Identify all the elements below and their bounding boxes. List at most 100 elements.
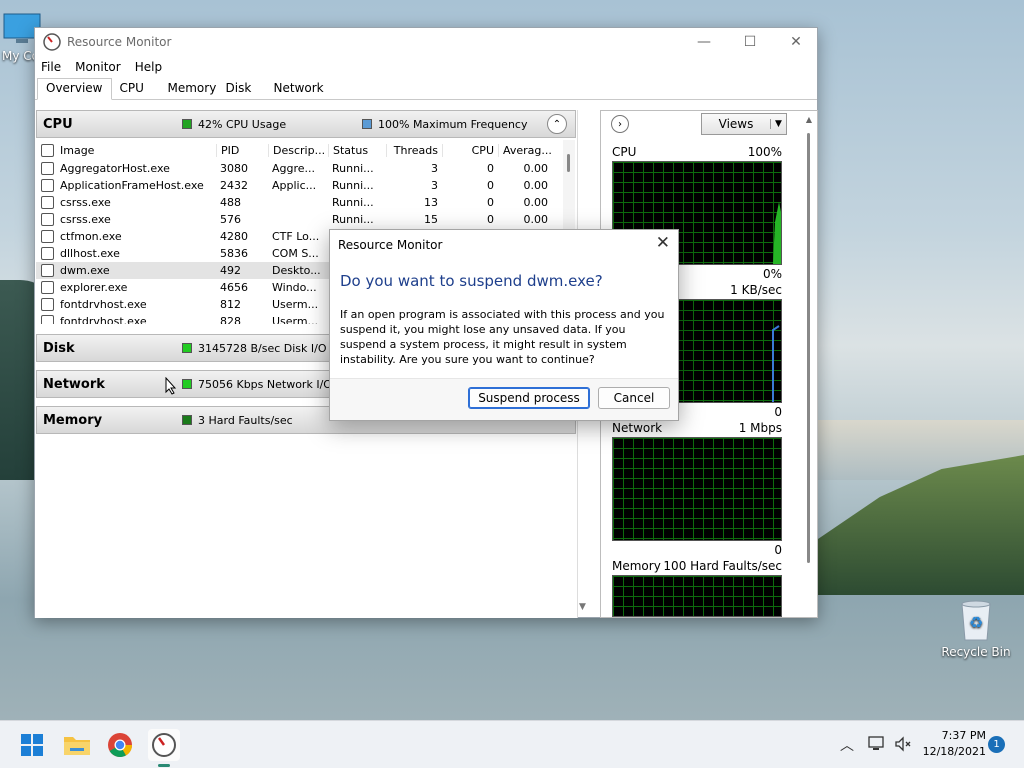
cell-image: dwm.exe bbox=[36, 264, 216, 277]
cell-pid: 4656 bbox=[220, 281, 248, 294]
cell-status: Runni... bbox=[332, 162, 374, 175]
scroll-up-icon[interactable]: ▲ bbox=[801, 115, 817, 124]
hard-faults-text: 3 Hard Faults/sec bbox=[198, 413, 293, 427]
network-io-swatch bbox=[182, 379, 192, 389]
file-explorer-button[interactable] bbox=[61, 729, 93, 761]
chevron-down-icon: ▼ bbox=[770, 119, 786, 129]
cell-pid: 576 bbox=[220, 213, 241, 226]
suspend-process-button[interactable]: Suspend process bbox=[468, 387, 590, 409]
cell-image: csrss.exe bbox=[36, 196, 216, 209]
cpu-section-title: CPU bbox=[43, 116, 73, 132]
hard-faults-swatch bbox=[182, 415, 192, 425]
table-row[interactable]: csrss.exe 488 Runni... 13 0 0.00 bbox=[36, 194, 576, 211]
network-graph-min: 0 bbox=[774, 543, 782, 557]
menu-file[interactable]: File bbox=[41, 60, 61, 74]
cell-image-text: dwm.exe bbox=[60, 264, 110, 277]
collapse-cpu-icon[interactable]: ⌃ bbox=[547, 114, 567, 134]
row-checkbox[interactable] bbox=[41, 281, 54, 294]
tab-cpu[interactable]: CPU bbox=[112, 79, 160, 99]
cell-average: 0.00 bbox=[523, 162, 549, 175]
desktop-icon-recycle-bin[interactable]: ♻ Recycle Bin bbox=[940, 598, 1012, 659]
dialog-heading: Do you want to suspend dwm.exe? bbox=[340, 272, 603, 290]
row-checkbox[interactable] bbox=[41, 162, 54, 175]
menu-monitor[interactable]: Monitor bbox=[75, 60, 121, 74]
cancel-button[interactable]: Cancel bbox=[598, 387, 670, 409]
dialog-close-icon[interactable]: ✕ bbox=[656, 233, 670, 253]
network-icon[interactable] bbox=[868, 736, 886, 752]
network-io-metric: 75056 Kbps Network I/O bbox=[182, 378, 332, 391]
views-label: Views bbox=[718, 117, 754, 131]
maximize-button[interactable]: ☐ bbox=[727, 28, 773, 56]
cpu-section-header[interactable]: CPU 42% CPU Usage 100% Maximum Frequency… bbox=[36, 110, 576, 138]
tab-strip: Overview CPU Memory Disk Network bbox=[35, 78, 817, 100]
row-checkbox[interactable] bbox=[41, 315, 54, 324]
row-checkbox[interactable] bbox=[41, 247, 54, 260]
resource-monitor-taskbar-button[interactable] bbox=[148, 729, 180, 767]
table-row[interactable]: AggregatorHost.exe 3080 Aggre... Runni... 3 0… bbox=[36, 160, 576, 177]
cell-pid: 812 bbox=[220, 298, 241, 311]
minimize-icon: — bbox=[697, 34, 711, 50]
row-checkbox[interactable] bbox=[41, 196, 54, 209]
suspend-process-dialog: Resource Monitor ✕ Do you want to suspen… bbox=[329, 229, 679, 421]
select-all-checkbox[interactable] bbox=[41, 143, 54, 157]
svg-text:♻: ♻ bbox=[969, 613, 983, 632]
views-dropdown[interactable]: Views ▼ bbox=[701, 113, 787, 135]
resource-monitor-app-icon bbox=[43, 33, 61, 51]
tab-network[interactable]: Network bbox=[266, 79, 332, 99]
column-pid[interactable]: PID bbox=[216, 143, 268, 157]
cell-image: dllhost.exe bbox=[36, 247, 216, 260]
column-threads[interactable]: Threads bbox=[386, 143, 442, 157]
notification-badge[interactable]: 1 bbox=[988, 736, 1005, 753]
tab-disk[interactable]: Disk bbox=[218, 79, 266, 99]
cell-cpu: 0 bbox=[487, 179, 494, 192]
row-checkbox[interactable] bbox=[41, 230, 54, 243]
cell-image: ApplicationFrameHost.exe bbox=[36, 179, 216, 192]
table-row[interactable]: csrss.exe 576 Runni... 15 0 0.00 bbox=[36, 211, 576, 228]
column-status[interactable]: Status bbox=[328, 143, 386, 157]
network-io-text: 75056 Kbps Network I/O bbox=[198, 377, 332, 391]
column-image[interactable]: Image bbox=[36, 143, 216, 157]
max-frequency-metric: 100% Maximum Frequency bbox=[362, 118, 527, 131]
clock[interactable]: 7:37 PM 12/18/2021 bbox=[920, 728, 986, 760]
row-checkbox[interactable] bbox=[41, 179, 54, 192]
row-checkbox[interactable] bbox=[41, 298, 54, 311]
scrollbar-thumb[interactable] bbox=[807, 133, 810, 563]
row-checkbox[interactable] bbox=[41, 264, 54, 277]
maximize-icon: ☐ bbox=[743, 34, 757, 50]
tab-memory[interactable]: Memory bbox=[160, 79, 218, 99]
dialog-title: Resource Monitor bbox=[338, 238, 443, 252]
show-hidden-icons-chevron-icon[interactable]: ︿ bbox=[840, 735, 854, 755]
volume-muted-icon[interactable] bbox=[894, 736, 912, 752]
cell-threads: 3 bbox=[431, 162, 438, 175]
cell-image: AggregatorHost.exe bbox=[36, 162, 216, 175]
cell-image: fontdrvhost.exe bbox=[36, 298, 216, 311]
minimize-button[interactable]: — bbox=[681, 28, 727, 56]
title-bar[interactable]: Resource Monitor — ☐ ✕ bbox=[35, 28, 817, 56]
recycle-bin-icon: ♻ bbox=[961, 600, 991, 641]
column-average[interactable]: Averag... bbox=[498, 143, 552, 157]
cell-image-text: explorer.exe bbox=[60, 281, 128, 294]
desktop-icon-label: Recycle Bin bbox=[941, 645, 1011, 659]
expand-pane-button[interactable]: › bbox=[611, 115, 629, 133]
disk-io-swatch bbox=[182, 343, 192, 353]
menu-help[interactable]: Help bbox=[135, 60, 162, 74]
start-button[interactable] bbox=[16, 729, 48, 761]
row-checkbox[interactable] bbox=[41, 213, 54, 226]
max-frequency-swatch bbox=[362, 119, 372, 129]
cell-image: csrss.exe bbox=[36, 213, 216, 226]
cell-pid: 488 bbox=[220, 196, 241, 209]
cell-average: 0.00 bbox=[523, 179, 549, 192]
chrome-icon bbox=[108, 733, 132, 758]
scrollbar-thumb[interactable] bbox=[567, 154, 570, 172]
cpu-usage-text: 42% CPU Usage bbox=[198, 117, 287, 131]
table-row[interactable]: ApplicationFrameHost.exe 2432 Applic... Run… bbox=[36, 177, 576, 194]
chrome-button[interactable] bbox=[104, 729, 136, 761]
column-cpu[interactable]: CPU bbox=[442, 143, 498, 157]
column-description[interactable]: Descrip... bbox=[268, 143, 328, 157]
left-pane-scroll-arrow-icon[interactable]: ▼ bbox=[579, 602, 586, 612]
graphs-scrollbar[interactable]: ▲ bbox=[801, 115, 817, 615]
window-title: Resource Monitor bbox=[67, 35, 172, 49]
tab-overview[interactable]: Overview bbox=[37, 78, 112, 100]
disk-io-metric: 3145728 B/sec Disk I/O bbox=[182, 342, 327, 355]
close-button[interactable]: ✕ bbox=[773, 28, 819, 56]
